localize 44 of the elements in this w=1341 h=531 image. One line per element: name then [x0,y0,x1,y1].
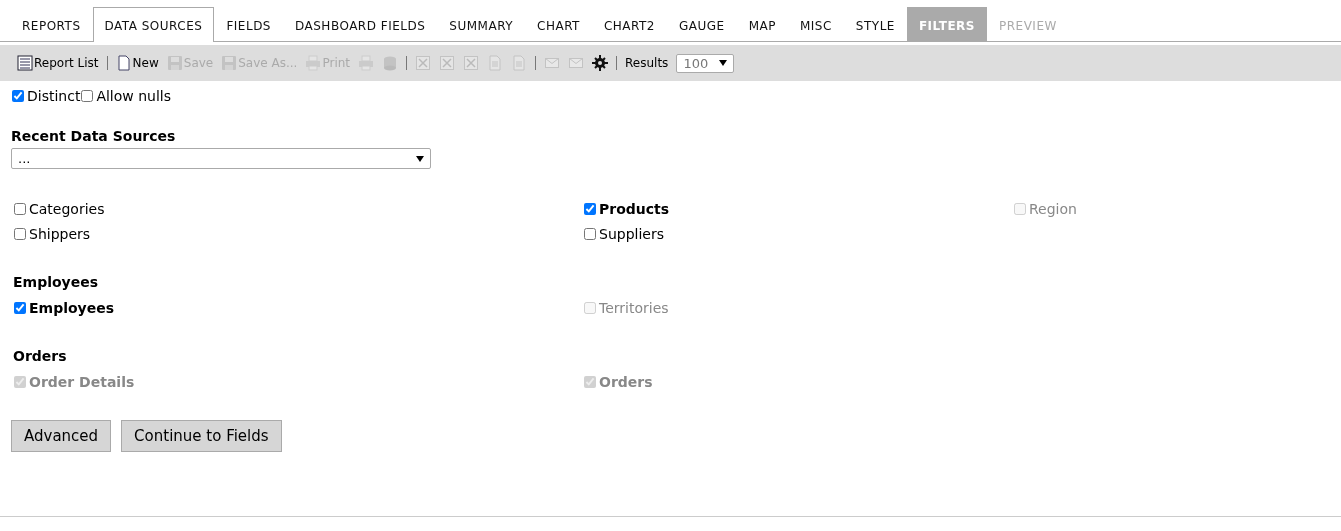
tab[interactable]: STYLE [843,9,907,42]
tab[interactable]: FIELDS [214,9,283,42]
tab[interactable]: MAP [736,9,788,42]
checkbox[interactable] [14,302,26,314]
table-name: Territories [599,300,669,316]
group-heading: Orders [13,348,68,364]
tab[interactable]: SUMMARY [437,9,526,42]
table-name: Shippers [29,226,91,242]
tab[interactable]: DASHBOARD FIELDS [283,9,438,42]
checkbox[interactable] [81,90,94,102]
caret-icon [719,60,728,66]
group-heading: Employees [13,274,100,290]
table-name: Products [599,201,670,217]
table-name: Suppliers [599,226,664,242]
results-dropdown[interactable]: 100 [676,53,735,73]
table-name: Region [1029,201,1077,217]
option-label: Allow nulls [96,88,172,104]
tab[interactable]: DATA SOURCES [92,7,215,42]
toolbar-button[interactable]: Report List [14,55,102,71]
toolbar-button[interactable]: New [112,55,162,71]
tab[interactable]: CHART [525,9,592,42]
tab[interactable]: CHART2 [591,9,667,42]
printer-icon [305,55,322,71]
tab[interactable]: MISC [787,9,844,42]
option-label: Distinct [27,88,81,104]
page-icon [115,55,132,71]
checkbox[interactable] [14,203,26,215]
checkbox[interactable] [12,90,24,102]
table-name: Employees [29,300,115,316]
table-name: Order Details [29,374,135,390]
tab[interactable]: REPORTS [10,9,93,42]
caret-icon [416,155,424,162]
table-name: Orders [599,374,653,390]
results-label: Results [625,56,669,70]
action-button[interactable]: Advanced [11,420,112,452]
tab[interactable]: GAUGE [667,9,737,42]
checkbox[interactable] [14,228,26,240]
action-button[interactable]: Continue to Fields [121,420,282,452]
section-heading: Recent Data Sources [11,128,177,144]
recent-sources-dropdown[interactable]: ... [11,148,431,169]
checkbox[interactable] [584,228,596,240]
list-icon [17,55,33,71]
checkbox[interactable] [584,203,596,215]
table-name: Categories [29,201,105,217]
